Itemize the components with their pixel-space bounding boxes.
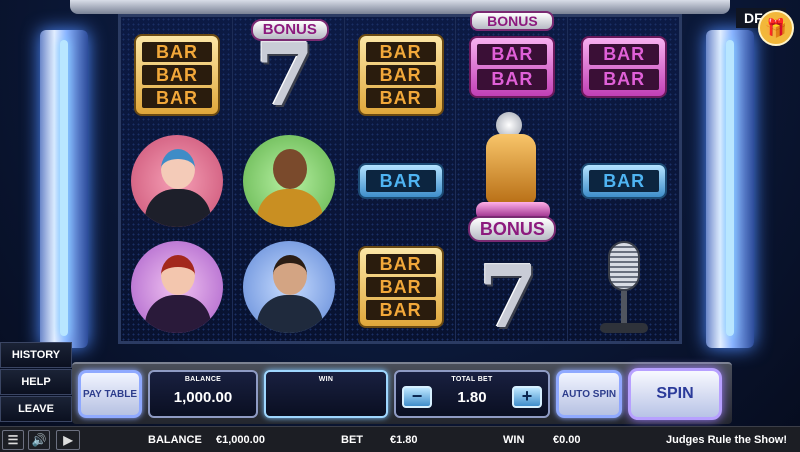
symbol-bar-single: BAR [574,129,674,233]
leave-button[interactable]: LEAVE [0,396,72,422]
status-balance-value: €1,000.00 [216,434,265,446]
status-bar: ☰ 🔊 ▶ BALANCE €1,000.00 BET €1.80 WIN €0… [0,426,800,452]
reel-area: BAR BAR BAR BONUS 7 BAR BAR BAR BAR BAR … [118,11,682,344]
bar-label: BAR [589,69,660,90]
bet-decrease-button[interactable]: − [402,386,432,408]
symbol-avatar-red-hair-woman [127,235,227,339]
status-win-label: WIN [503,434,525,446]
left-menu: HISTORY HELP LEAVE [0,342,72,423]
bar-label: BAR [365,88,436,109]
spin-button[interactable]: SPIN [628,368,722,420]
reel-4: BONUS BAR BAR BONUS 7 [456,11,569,343]
reel-2: BONUS 7 [232,17,345,341]
bar-label: BAR [589,170,660,192]
bar-label: BAR [477,44,548,65]
seven-glyph: 7 [478,247,539,348]
right-light-pillar [706,30,754,348]
symbol-bar-triple: BAR BAR BAR [351,235,451,339]
symbol-bar-triple: BAR BAR BAR [351,23,451,127]
symbol-bar-triple: BAR BAR BAR [127,23,227,127]
left-light-pillar [40,30,88,348]
machine-top-bar [70,0,730,14]
symbol-seven: 7 [462,239,562,343]
gift-icon[interactable]: 🎁 [758,10,794,46]
symbol-golden-mic-trophy: BONUS [462,112,562,257]
bar-label: BAR [365,41,436,62]
symbol-avatar-blue-hair-woman [127,129,227,233]
control-panel: PAY TABLE BALANCE 1,000.00 WIN TOTAL BET… [72,362,732,424]
symbol-bar-double: BAR BAR [462,35,562,99]
status-balance-label: BALANCE [148,434,202,446]
symbol-avatar-bearded-man [239,235,339,339]
bar-label: BAR [142,64,212,85]
symbol-avatar-gold-jacket-man [239,129,339,233]
balance-value: 1,000.00 [173,389,233,406]
status-bet-label: BET [341,434,363,446]
reel-1: BAR BAR BAR [121,17,233,341]
symbol-bar-single: BAR [351,129,451,233]
reel-3: BAR BAR BAR BAR BAR BAR BAR [344,17,457,341]
pillar-glow [60,40,68,336]
video-icon[interactable]: ▶ [56,430,80,450]
status-bet-value: €1.80 [390,434,418,446]
help-button[interactable]: HELP [0,369,72,395]
pillar-glow [726,40,734,336]
bar-label: BAR [142,88,212,109]
status-win-value: €0.00 [553,434,581,446]
game-title: Judges Rule the Show! [666,434,788,446]
menu-icon[interactable]: ☰ [2,430,24,450]
symbol-studio-microphone [574,235,674,339]
seven-glyph: 7 [254,25,315,126]
balance-label: BALANCE [184,376,222,383]
bar-label: BAR [365,64,436,85]
win-panel: WIN [264,370,388,418]
bar-label: BAR [477,69,548,90]
sound-icon[interactable]: 🔊 [28,430,50,450]
bar-label: BAR [365,253,436,274]
bar-label: BAR [365,170,436,192]
bar-label: BAR [142,41,212,62]
bar-label: BAR [365,300,436,321]
bar-label: BAR [589,44,660,65]
win-label: WIN [318,376,334,383]
total-bet-label: TOTAL BET [451,376,493,383]
balance-panel: BALANCE 1,000.00 [148,370,258,418]
bonus-label-partial: BONUS [470,11,555,31]
symbol-bar-double: BAR BAR [574,35,674,99]
paytable-button[interactable]: PAY TABLE [78,370,142,418]
game-stage: DF 🎁 BAR BAR BAR BONUS 7 BAR BAR BAR BAR… [0,0,800,452]
bet-increase-button[interactable]: + [512,386,542,408]
reel-5: BAR BAR BAR [568,17,679,341]
symbol-bonus-seven: BONUS 7 [239,17,339,121]
auto-spin-button[interactable]: AUTO SPIN [556,370,622,418]
bar-label: BAR [365,276,436,297]
history-button[interactable]: HISTORY [0,342,72,368]
